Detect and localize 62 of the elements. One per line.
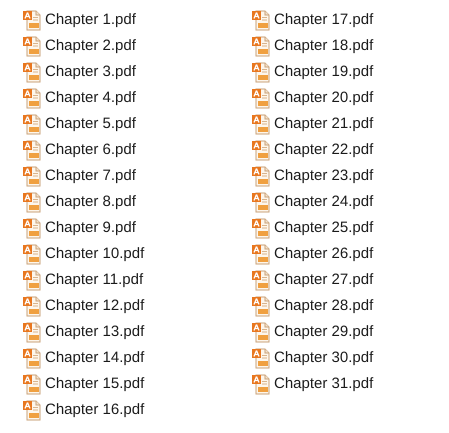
pdf-file-icon bbox=[251, 374, 271, 394]
pdf-file-icon bbox=[251, 36, 271, 56]
pdf-file-icon bbox=[22, 36, 42, 56]
pdf-file-icon bbox=[22, 270, 42, 290]
pdf-file-icon bbox=[22, 62, 42, 82]
file-name[interactable]: Chapter 11.pdf bbox=[45, 271, 144, 289]
pdf-file-icon bbox=[251, 140, 271, 160]
file-name[interactable]: Chapter 17.pdf bbox=[274, 11, 374, 29]
pdf-file-icon bbox=[22, 218, 42, 238]
file-name[interactable]: Chapter 20.pdf bbox=[274, 89, 374, 107]
file-name[interactable]: Chapter 19.pdf bbox=[274, 63, 374, 81]
pdf-file-icon bbox=[251, 244, 271, 264]
file-name[interactable]: Chapter 1.pdf bbox=[45, 11, 136, 29]
pdf-file-icon bbox=[251, 348, 271, 368]
file-name[interactable]: Chapter 25.pdf bbox=[274, 219, 374, 237]
file-name[interactable]: Chapter 23.pdf bbox=[274, 167, 374, 185]
file-name[interactable]: Chapter 14.pdf bbox=[45, 349, 144, 367]
file-name[interactable]: Chapter 2.pdf bbox=[45, 37, 136, 55]
pdf-file-icon bbox=[251, 192, 271, 212]
pdf-file-icon bbox=[22, 10, 42, 30]
pdf-file-icon bbox=[22, 244, 42, 264]
file-name[interactable]: Chapter 26.pdf bbox=[274, 245, 374, 263]
pdf-file-icon bbox=[22, 166, 42, 186]
file-name[interactable]: Chapter 28.pdf bbox=[274, 297, 374, 315]
file-name[interactable]: Chapter 13.pdf bbox=[45, 323, 144, 341]
file-name[interactable]: Chapter 24.pdf bbox=[274, 193, 374, 211]
file-name[interactable]: Chapter 27.pdf bbox=[274, 271, 374, 289]
file-name[interactable]: Chapter 9.pdf bbox=[45, 219, 136, 237]
pdf-file-icon bbox=[22, 192, 42, 212]
pdf-file-icon bbox=[251, 10, 271, 30]
pdf-file-icon bbox=[251, 296, 271, 316]
file-name[interactable]: Chapter 22.pdf bbox=[274, 141, 374, 159]
file-name[interactable]: Chapter 3.pdf bbox=[45, 63, 136, 81]
pdf-file-icon bbox=[22, 374, 42, 394]
pdf-file-icon bbox=[251, 218, 271, 238]
pdf-file-icon bbox=[22, 400, 42, 420]
pdf-file-icon bbox=[22, 114, 42, 134]
pdf-file-icon bbox=[22, 348, 42, 368]
file-name[interactable]: Chapter 16.pdf bbox=[45, 401, 144, 419]
file-name[interactable]: Chapter 12.pdf bbox=[45, 297, 144, 315]
file-name[interactable]: Chapter 29.pdf bbox=[274, 323, 374, 341]
file-name[interactable]: Chapter 18.pdf bbox=[274, 37, 374, 55]
file-name[interactable]: Chapter 7.pdf bbox=[45, 167, 136, 185]
file-name[interactable]: Chapter 21.pdf bbox=[274, 115, 374, 133]
file-name[interactable]: Chapter 8.pdf bbox=[45, 193, 136, 211]
file-name[interactable]: Chapter 6.pdf bbox=[45, 141, 136, 159]
pdf-file-icon bbox=[22, 322, 42, 342]
file-name[interactable]: Chapter 31.pdf bbox=[274, 375, 374, 393]
pdf-file-icon bbox=[251, 270, 271, 290]
file-name[interactable]: Chapter 15.pdf bbox=[45, 375, 144, 393]
pdf-file-icon bbox=[251, 166, 271, 186]
file-name[interactable]: Chapter 4.pdf bbox=[45, 89, 136, 107]
pdf-file-icon bbox=[22, 88, 42, 108]
pdf-file-icon bbox=[251, 322, 271, 342]
file-name[interactable]: Chapter 30.pdf bbox=[274, 349, 374, 367]
pdf-file-icon bbox=[251, 114, 271, 134]
pdf-file-icon bbox=[22, 140, 42, 160]
pdf-file-icon bbox=[251, 62, 271, 82]
pdf-file-icon bbox=[22, 296, 42, 316]
file-name[interactable]: Chapter 5.pdf bbox=[45, 115, 136, 133]
pdf-file-icon bbox=[251, 88, 271, 108]
file-name[interactable]: Chapter 10.pdf bbox=[45, 245, 144, 263]
